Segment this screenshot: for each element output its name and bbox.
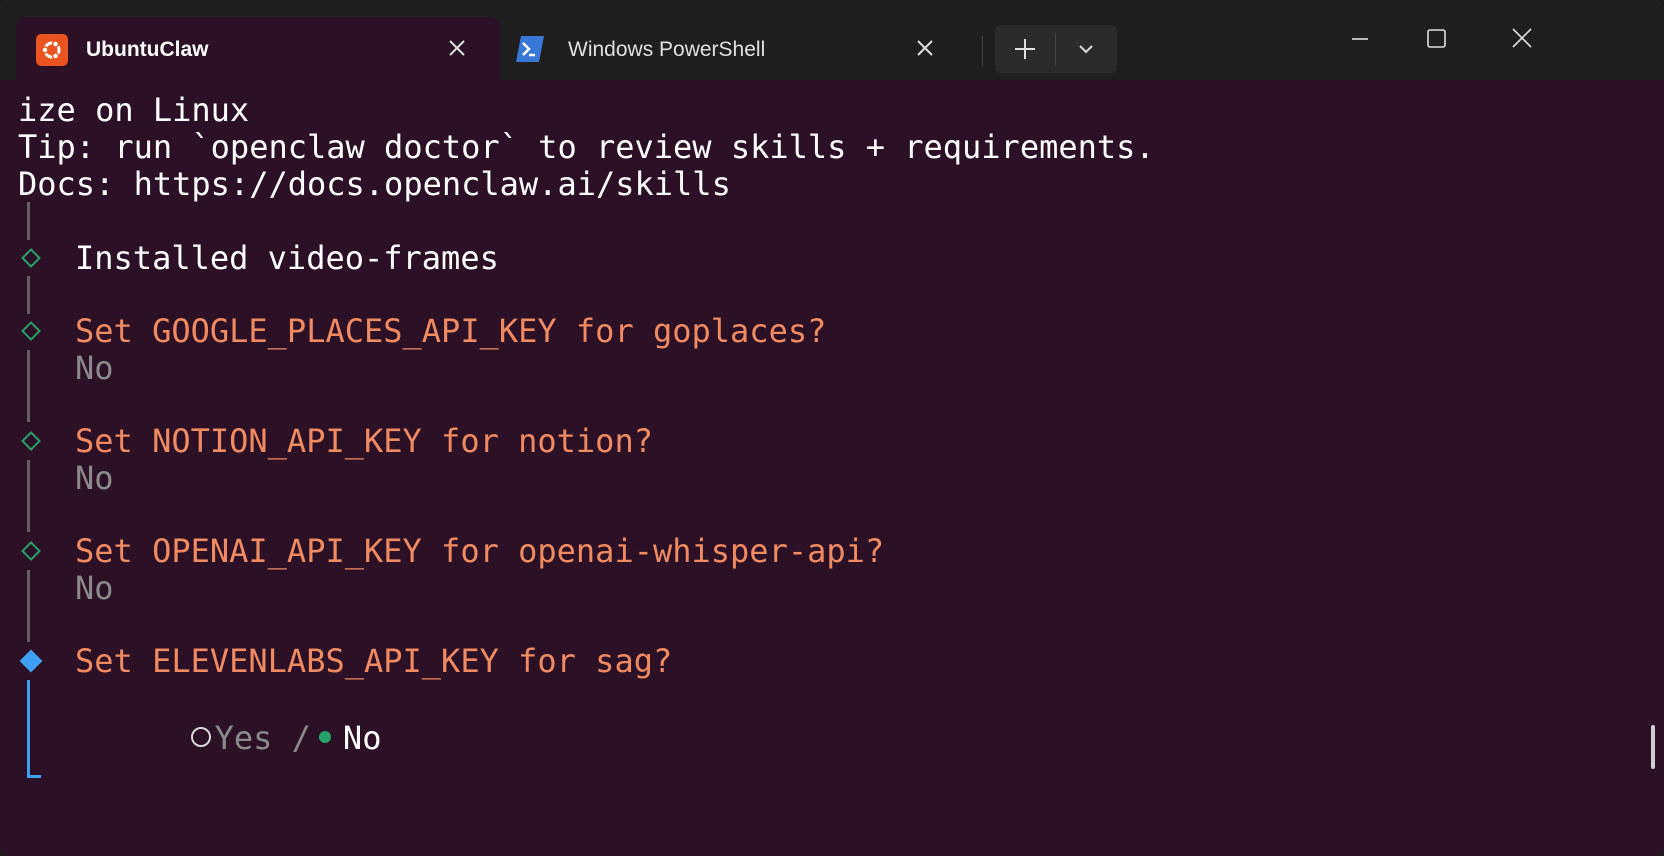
option-yes[interactable]: Yes (215, 719, 273, 757)
done-diamond-icon (21, 321, 41, 341)
tab-separator (982, 36, 983, 66)
close-icon (1512, 28, 1532, 48)
prompt-answer: No (75, 569, 114, 607)
output-line: Docs: https://docs.openclaw.ai/skills (18, 165, 731, 203)
tab-title: UbuntuClaw (86, 38, 209, 61)
done-diamond-icon (21, 541, 41, 561)
minimize-icon (1352, 38, 1368, 40)
gutter-line (27, 276, 30, 314)
new-tab-button[interactable] (995, 25, 1055, 73)
output-line: ize on Linux (18, 91, 250, 129)
prompt-question: Set NOTION_API_KEY for notion? (75, 422, 653, 460)
output-line: Tip: run `openclaw doctor` to review ski… (18, 128, 1155, 166)
done-diamond-icon (21, 431, 41, 451)
tab-close-button[interactable] (443, 34, 471, 62)
ubuntu-icon (36, 34, 68, 66)
active-diamond-icon (19, 649, 43, 673)
plus-icon (1015, 39, 1035, 59)
powershell-icon (516, 36, 544, 67)
tab-ubuntuclaw[interactable]: UbuntuClaw (16, 17, 500, 80)
prompt-answer: No (75, 459, 114, 497)
close-icon (917, 40, 933, 56)
option-separator: / (291, 719, 311, 757)
new-tab-group (995, 25, 1117, 73)
done-diamond-icon (21, 248, 41, 268)
gutter-line (27, 350, 30, 422)
choice-row: Yes / No (75, 678, 381, 757)
close-window-button[interactable] (1492, 24, 1552, 58)
gutter-line (27, 460, 30, 532)
title-bar: UbuntuClaw Windows PowerShell (0, 0, 1664, 80)
tab-title: Windows PowerShell (568, 38, 766, 61)
radio-empty-icon[interactable] (190, 727, 211, 747)
radio-selected-icon[interactable] (318, 731, 331, 743)
terminal-window: UbuntuClaw Windows PowerShell ize on Lin… (0, 0, 1664, 856)
active-prompt-question: Set ELEVENLABS_API_KEY for sag? (75, 642, 673, 680)
chevron-down-icon (1079, 45, 1093, 54)
prompt-question: Set OPENAI_API_KEY for openai-whisper-ap… (75, 532, 885, 570)
gutter-line (27, 570, 30, 642)
terminal-output[interactable]: ize on Linux Tip: run `openclaw doctor` … (0, 80, 1664, 856)
active-gutter-corner (27, 775, 41, 778)
gutter-line (27, 202, 30, 240)
prompt-answer: No (75, 349, 114, 387)
tab-dropdown-button[interactable] (1056, 25, 1116, 73)
minimize-button[interactable] (1330, 24, 1390, 58)
maximize-button[interactable] (1406, 24, 1466, 58)
prompt-question: Set GOOGLE_PLACES_API_KEY for goplaces? (75, 312, 827, 350)
maximize-icon (1427, 29, 1446, 48)
tab-windows-powershell[interactable]: Windows PowerShell (500, 17, 970, 80)
active-gutter-line (27, 680, 30, 778)
installed-line: Installed video-frames (75, 239, 499, 277)
close-icon (449, 40, 465, 56)
option-no[interactable]: No (343, 719, 382, 757)
tab-close-button[interactable] (911, 34, 939, 62)
scrollbar-thumb[interactable] (1651, 725, 1655, 769)
